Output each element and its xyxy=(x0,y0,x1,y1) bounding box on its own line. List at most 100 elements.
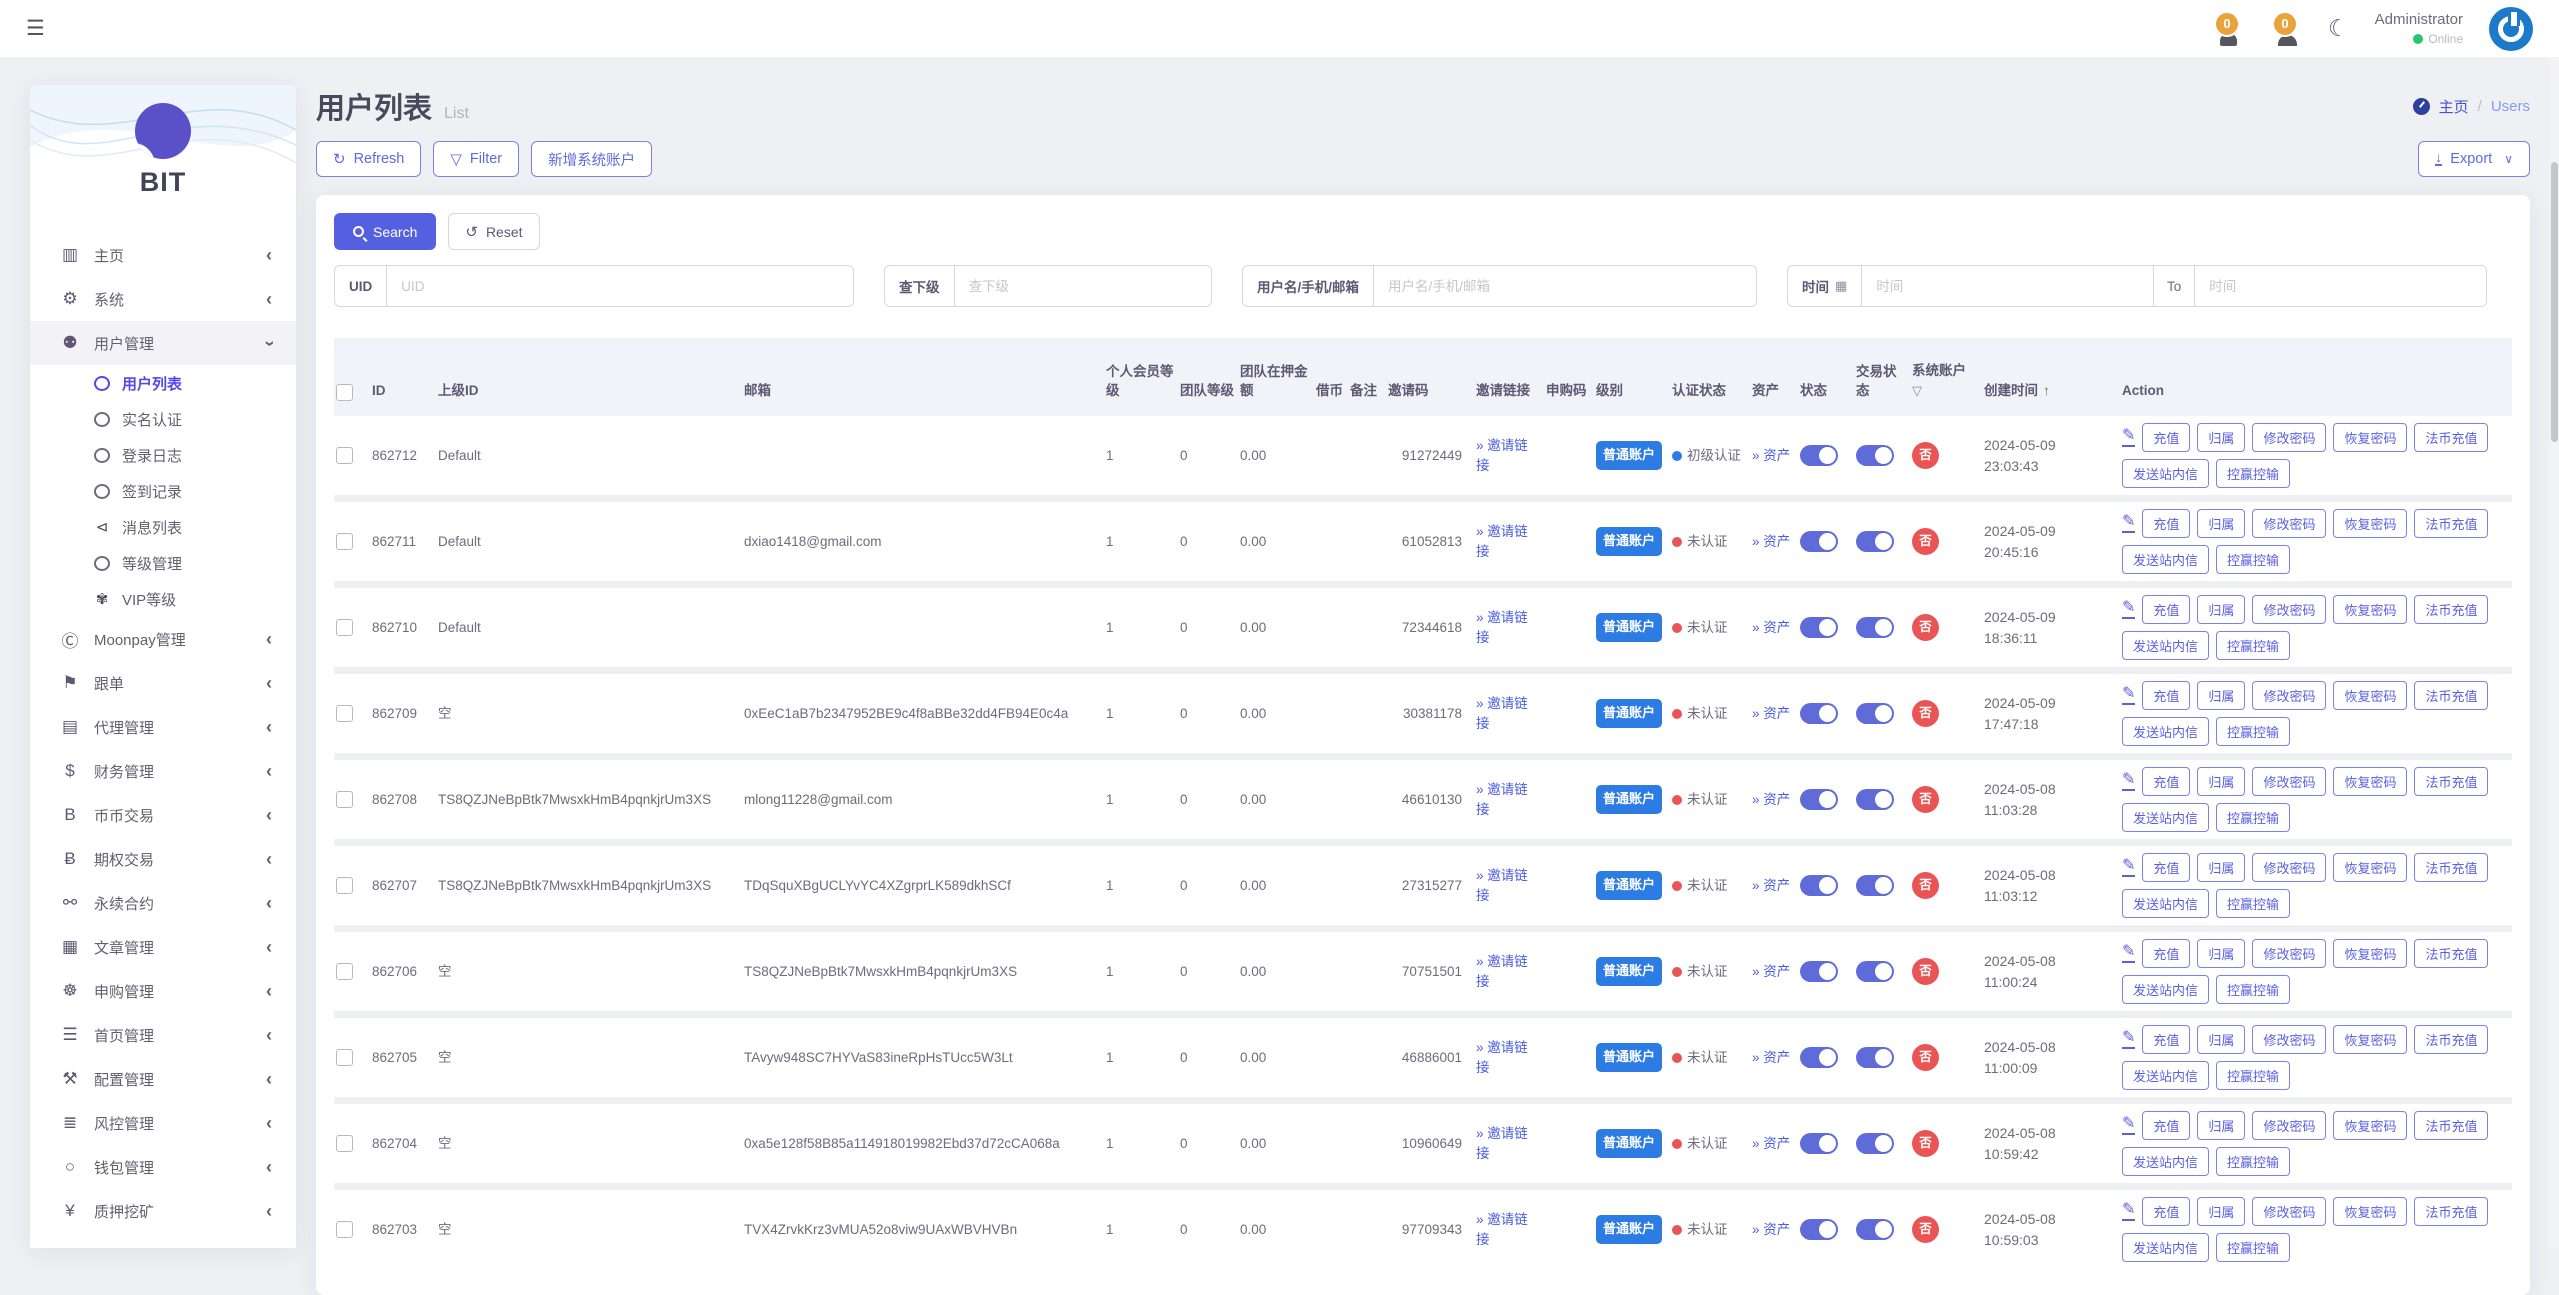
win-loss-control-button[interactable]: 控赢控输 xyxy=(2216,975,2290,1004)
sidebar-subitem-real-name-auth[interactable]: 实名认证 xyxy=(30,401,296,437)
sidebar-item-moonpay[interactable]: Ⓒ Moonpay管理 ‹ xyxy=(30,617,296,661)
status-toggle[interactable] xyxy=(1800,1219,1838,1240)
asset-link[interactable]: » 资产 xyxy=(1752,1220,1790,1240)
asset-link[interactable]: » 资产 xyxy=(1752,704,1790,724)
sidebar-item-staking-mining[interactable]: ¥ 质押挖矿 ‹ xyxy=(30,1189,296,1233)
trade-status-toggle[interactable] xyxy=(1856,875,1894,896)
scrollbar-track[interactable] xyxy=(2550,57,2559,1248)
sidebar-subitem-message-list[interactable]: ⊲ 消息列表 xyxy=(30,509,296,545)
send-message-button[interactable]: 发送站内信 xyxy=(2122,889,2209,918)
win-loss-control-button[interactable]: 控赢控输 xyxy=(2216,545,2290,574)
change-password-button[interactable]: 修改密码 xyxy=(2252,681,2326,710)
sidebar-item-homepage-management[interactable]: ☰ 首页管理 ‹ xyxy=(30,1013,296,1057)
trade-status-toggle[interactable] xyxy=(1856,445,1894,466)
trade-status-toggle[interactable] xyxy=(1856,1047,1894,1068)
row-checkbox[interactable] xyxy=(336,963,353,980)
win-loss-control-button[interactable]: 控赢控输 xyxy=(2216,889,2290,918)
sidebar-subitem-login-logs[interactable]: 登录日志 xyxy=(30,437,296,473)
asset-link[interactable]: » 资产 xyxy=(1752,1048,1790,1068)
recover-password-button[interactable]: 恢复密码 xyxy=(2333,595,2407,624)
change-password-button[interactable]: 修改密码 xyxy=(2252,1111,2326,1140)
recharge-button[interactable]: 充值 xyxy=(2142,509,2190,538)
time-from-input[interactable] xyxy=(1862,266,2153,306)
asset-link[interactable]: » 资产 xyxy=(1752,1134,1790,1154)
refresh-button[interactable]: ↻ Refresh xyxy=(316,141,421,177)
win-loss-control-button[interactable]: 控赢控输 xyxy=(2216,459,2290,488)
recover-password-button[interactable]: 恢复密码 xyxy=(2333,1111,2407,1140)
recover-password-button[interactable]: 恢复密码 xyxy=(2333,853,2407,882)
fiat-recharge-button[interactable]: 法币充值 xyxy=(2414,939,2488,968)
invite-link[interactable]: » 邀请链接 xyxy=(1476,866,1540,905)
fiat-recharge-button[interactable]: 法币充值 xyxy=(2414,1197,2488,1226)
edit-icon[interactable]: ✎ xyxy=(2122,858,2135,877)
sort-asc-icon[interactable]: ↑ xyxy=(2043,381,2050,401)
sidebar-item-user-management[interactable]: ⚉ 用户管理 ‹ xyxy=(30,321,296,365)
win-loss-control-button[interactable]: 控赢控输 xyxy=(2216,1147,2290,1176)
edit-icon[interactable]: ✎ xyxy=(2122,1202,2135,1221)
recover-password-button[interactable]: 恢复密码 xyxy=(2333,1025,2407,1054)
sidebar-subitem-level-management[interactable]: 等级管理 xyxy=(30,545,296,581)
edit-icon[interactable]: ✎ xyxy=(2122,600,2135,619)
fiat-recharge-button[interactable]: 法币充值 xyxy=(2414,509,2488,538)
status-toggle[interactable] xyxy=(1800,703,1838,724)
sidebar-item-subscription-management[interactable]: ☸ 申购管理 ‹ xyxy=(30,969,296,1013)
invite-link[interactable]: » 邀请链接 xyxy=(1476,1124,1540,1163)
row-checkbox[interactable] xyxy=(336,533,353,550)
change-password-button[interactable]: 修改密码 xyxy=(2252,595,2326,624)
filter-button[interactable]: ▽ Filter xyxy=(433,141,519,177)
send-message-button[interactable]: 发送站内信 xyxy=(2122,803,2209,832)
fiat-recharge-button[interactable]: 法币充值 xyxy=(2414,681,2488,710)
recover-password-button[interactable]: 恢复密码 xyxy=(2333,1197,2407,1226)
fiat-recharge-button[interactable]: 法币充值 xyxy=(2414,853,2488,882)
trade-status-toggle[interactable] xyxy=(1856,531,1894,552)
recover-password-button[interactable]: 恢复密码 xyxy=(2333,939,2407,968)
recharge-button[interactable]: 充值 xyxy=(2142,1197,2190,1226)
row-checkbox[interactable] xyxy=(336,1135,353,1152)
ownership-button[interactable]: 归属 xyxy=(2197,1197,2245,1226)
change-password-button[interactable]: 修改密码 xyxy=(2252,767,2326,796)
invite-link[interactable]: » 邀请链接 xyxy=(1476,436,1540,475)
recover-password-button[interactable]: 恢复密码 xyxy=(2333,767,2407,796)
fiat-recharge-button[interactable]: 法币充值 xyxy=(2414,1025,2488,1054)
recharge-button[interactable]: 充值 xyxy=(2142,423,2190,452)
row-checkbox[interactable] xyxy=(336,877,353,894)
status-toggle[interactable] xyxy=(1800,789,1838,810)
ownership-button[interactable]: 归属 xyxy=(2197,595,2245,624)
send-message-button[interactable]: 发送站内信 xyxy=(2122,631,2209,660)
win-loss-control-button[interactable]: 控赢控输 xyxy=(2216,1061,2290,1090)
sidebar-item-system[interactable]: ⚙ 系统 ‹ xyxy=(30,277,296,321)
ownership-button[interactable]: 归属 xyxy=(2197,939,2245,968)
status-toggle[interactable] xyxy=(1800,1133,1838,1154)
select-all-checkbox[interactable] xyxy=(336,384,353,401)
trade-status-toggle[interactable] xyxy=(1856,1133,1894,1154)
trade-status-toggle[interactable] xyxy=(1856,617,1894,638)
status-toggle[interactable] xyxy=(1800,617,1838,638)
fiat-recharge-button[interactable]: 法币充值 xyxy=(2414,1111,2488,1140)
trade-status-toggle[interactable] xyxy=(1856,789,1894,810)
sidebar-subitem-checkin-records[interactable]: 签到记录 xyxy=(30,473,296,509)
trade-status-toggle[interactable] xyxy=(1856,703,1894,724)
sidebar-item-options-trading[interactable]: Ƀ 期权交易 ‹ xyxy=(30,837,296,881)
username-input[interactable] xyxy=(1374,266,1756,306)
change-password-button[interactable]: 修改密码 xyxy=(2252,939,2326,968)
ownership-button[interactable]: 归属 xyxy=(2197,853,2245,882)
scrollbar-thumb[interactable] xyxy=(2551,162,2558,442)
send-message-button[interactable]: 发送站内信 xyxy=(2122,545,2209,574)
sidebar-item-copy-trading[interactable]: ⚑ 跟单 ‹ xyxy=(30,661,296,705)
search-button[interactable]: Search xyxy=(334,213,436,250)
edit-icon[interactable]: ✎ xyxy=(2122,772,2135,791)
sidebar-item-home[interactable]: ▥ 主页 ‹ xyxy=(30,233,296,277)
ownership-button[interactable]: 归属 xyxy=(2197,681,2245,710)
asset-link[interactable]: » 资产 xyxy=(1752,532,1790,552)
recover-password-button[interactable]: 恢复密码 xyxy=(2333,681,2407,710)
status-toggle[interactable] xyxy=(1800,875,1838,896)
add-system-account-button[interactable]: 新增系统账户 xyxy=(531,141,652,177)
invite-link[interactable]: » 邀请链接 xyxy=(1476,522,1540,561)
change-password-button[interactable]: 修改密码 xyxy=(2252,853,2326,882)
recharge-button[interactable]: 充值 xyxy=(2142,595,2190,624)
win-loss-control-button[interactable]: 控赢控输 xyxy=(2216,803,2290,832)
dark-mode-icon[interactable]: ☾ xyxy=(2328,15,2349,42)
row-checkbox[interactable] xyxy=(336,619,353,636)
asset-link[interactable]: » 资产 xyxy=(1752,790,1790,810)
ownership-button[interactable]: 归属 xyxy=(2197,1111,2245,1140)
